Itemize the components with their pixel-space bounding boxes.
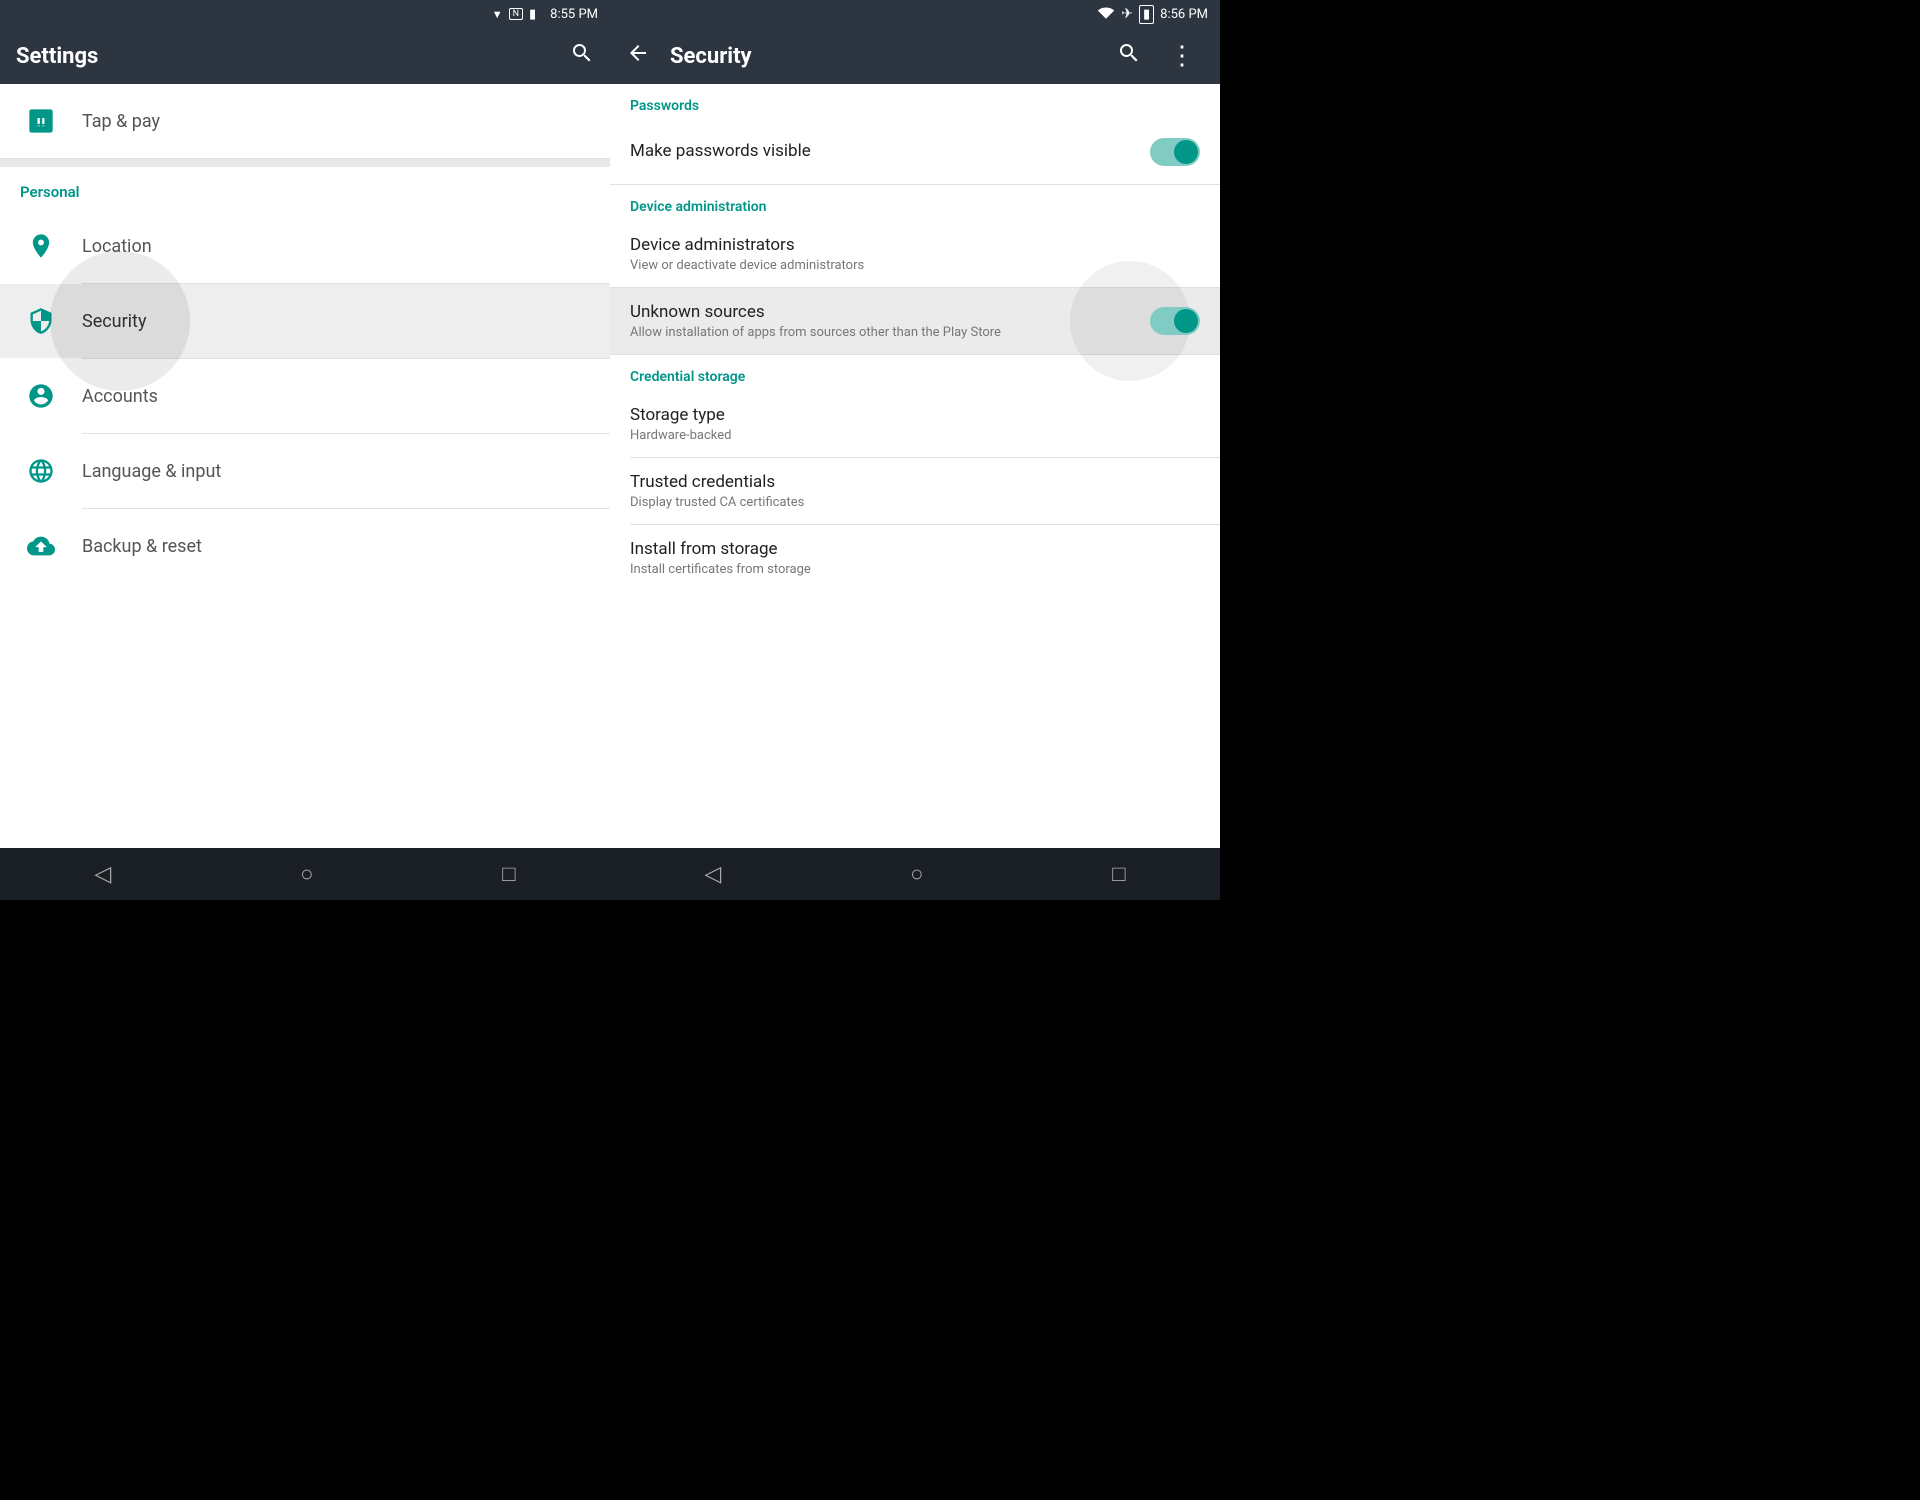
backup-icon: [20, 525, 62, 567]
left-settings-panel: ▼ N ▮ 8:55 PM Settings Tap & pay Pe: [0, 0, 610, 900]
make-passwords-visible-title: Make passwords visible: [630, 141, 1150, 161]
trusted-credentials-row[interactable]: Trusted credentials Display trusted CA c…: [610, 458, 1220, 524]
right-back-nav-button[interactable]: ◁: [680, 854, 745, 895]
left-back-button[interactable]: ◁: [70, 854, 135, 895]
make-passwords-visible-toggle[interactable]: [1150, 138, 1200, 166]
right-content: Passwords Make passwords visible Device …: [610, 84, 1220, 848]
right-bottom-nav: ◁ ○ □: [610, 848, 1220, 900]
right-statusbar: ✈ ▮ 8:56 PM: [610, 0, 1220, 28]
right-time: 8:56 PM: [1160, 7, 1208, 22]
trusted-credentials-subtitle: Display trusted CA certificates: [630, 495, 1200, 510]
storage-type-title: Storage type: [630, 405, 1200, 425]
right-airplane-icon: ✈: [1121, 6, 1133, 22]
device-administrators-subtitle: View or deactivate device administrators: [630, 258, 1200, 273]
backup-label: Backup & reset: [82, 536, 202, 557]
location-icon: [20, 225, 62, 267]
unknown-sources-subtitle: Allow installation of apps from sources …: [630, 325, 1150, 340]
language-item[interactable]: Language & input: [0, 434, 610, 508]
make-passwords-visible-texts: Make passwords visible: [630, 141, 1150, 164]
unknown-sources-toggle[interactable]: [1150, 307, 1200, 335]
right-wifi-icon: [1097, 5, 1115, 23]
device-administrators-texts: Device administrators View or deactivate…: [630, 235, 1200, 273]
unknown-sources-texts: Unknown sources Allow installation of ap…: [630, 302, 1150, 340]
make-passwords-visible-knob: [1174, 140, 1198, 164]
signal-icon: ▼: [492, 8, 503, 21]
storage-type-texts: Storage type Hardware-backed: [630, 405, 1200, 443]
right-security-panel: ✈ ▮ 8:56 PM Security ⋮ Passwords Make pa…: [610, 0, 1220, 900]
storage-type-subtitle: Hardware-backed: [630, 428, 1200, 443]
language-label: Language & input: [82, 461, 221, 482]
backup-item[interactable]: Backup & reset: [0, 509, 610, 583]
tap-and-pay-item[interactable]: Tap & pay: [0, 84, 610, 158]
device-administration-section-label: Device administration: [610, 185, 1220, 221]
accounts-label: Accounts: [82, 386, 158, 407]
nfc-icon: N: [509, 8, 523, 20]
left-search-button[interactable]: [570, 41, 594, 71]
right-toolbar: Security ⋮: [610, 28, 1220, 84]
device-administrators-row[interactable]: Device administrators View or deactivate…: [610, 221, 1220, 287]
install-from-storage-texts: Install from storage Install certificate…: [630, 539, 1200, 577]
right-recents-nav-button[interactable]: □: [1088, 853, 1149, 895]
make-passwords-visible-row[interactable]: Make passwords visible: [610, 120, 1220, 184]
left-settings-title: Settings: [16, 44, 98, 69]
language-icon: [20, 450, 62, 492]
credential-storage-section-label: Credential storage: [610, 355, 1220, 391]
right-security-title: Security: [670, 44, 1097, 69]
left-toolbar: Settings: [0, 28, 610, 84]
install-from-storage-subtitle: Install certificates from storage: [630, 562, 1200, 577]
right-home-nav-button[interactable]: ○: [886, 853, 947, 895]
personal-section-header: Personal: [0, 167, 610, 209]
passwords-section-label: Passwords: [610, 84, 1220, 120]
location-item[interactable]: Location: [0, 209, 610, 283]
unknown-sources-row[interactable]: Unknown sources Allow installation of ap…: [610, 288, 1220, 354]
accounts-item[interactable]: Accounts: [0, 359, 610, 433]
left-statusbar: ▼ N ▮ 8:55 PM: [0, 0, 610, 28]
trusted-credentials-texts: Trusted credentials Display trusted CA c…: [630, 472, 1200, 510]
right-battery-icon: ▮: [1139, 5, 1154, 24]
unknown-sources-knob: [1174, 309, 1198, 333]
left-bottom-nav: ◁ ○ □: [0, 848, 610, 900]
right-search-button[interactable]: [1109, 37, 1149, 75]
right-more-options-button[interactable]: ⋮: [1161, 39, 1204, 73]
right-back-button[interactable]: [626, 41, 650, 71]
tap-pay-icon: [20, 100, 62, 142]
battery-icon: ▮: [529, 7, 536, 22]
unknown-sources-title: Unknown sources: [630, 302, 1150, 322]
location-label: Location: [82, 236, 152, 257]
install-from-storage-title: Install from storage: [630, 539, 1200, 559]
install-from-storage-row[interactable]: Install from storage Install certificate…: [610, 525, 1220, 591]
security-item[interactable]: Security: [0, 284, 610, 358]
left-recents-button[interactable]: □: [478, 853, 539, 895]
left-content: Tap & pay Personal Location Security: [0, 84, 610, 848]
storage-type-row[interactable]: Storage type Hardware-backed: [610, 391, 1220, 457]
device-administrators-title: Device administrators: [630, 235, 1200, 255]
security-label: Security: [82, 311, 146, 332]
left-statusbar-icons: ▼ N ▮ 8:55 PM: [492, 7, 598, 22]
accounts-icon: [20, 375, 62, 417]
tap-pay-label: Tap & pay: [82, 111, 160, 132]
left-time: 8:55 PM: [550, 7, 598, 22]
section-divider-personal: [0, 159, 610, 167]
security-icon: [20, 300, 62, 342]
trusted-credentials-title: Trusted credentials: [630, 472, 1200, 492]
left-home-button[interactable]: ○: [276, 853, 337, 895]
